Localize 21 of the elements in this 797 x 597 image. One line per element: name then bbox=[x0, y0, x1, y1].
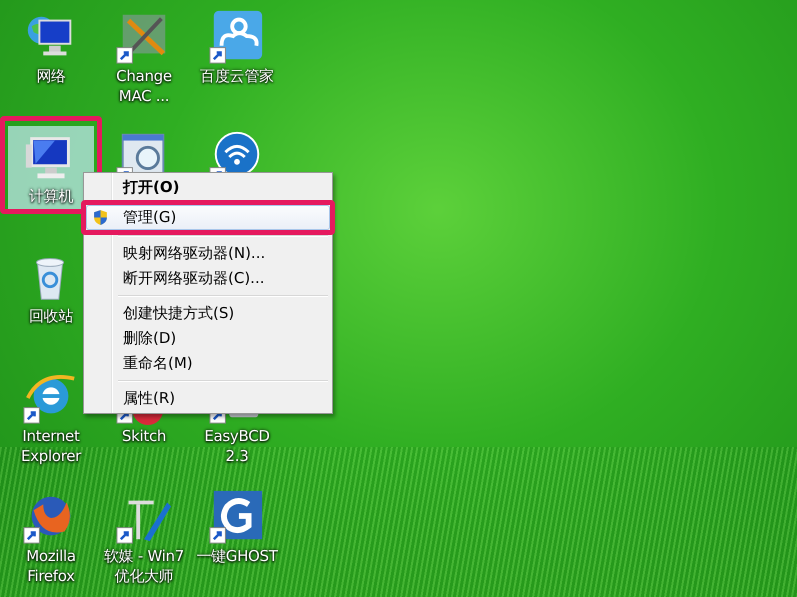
icon-label: EasyBCD 2.3 bbox=[203, 426, 271, 467]
desktop-icon[interactable]: 一键GHOST bbox=[194, 486, 280, 570]
menu-item[interactable]: 属性(R) bbox=[86, 386, 330, 411]
desktop-icon[interactable]: 百度云管家 bbox=[194, 6, 280, 90]
desktop-icon[interactable]: 软媒 - Win7 优化大师 bbox=[101, 486, 187, 590]
icon-label: 软媒 - Win7 优化大师 bbox=[103, 546, 185, 587]
icon-label: 计算机 bbox=[28, 186, 74, 207]
icon-label: 百度云管家 bbox=[199, 66, 275, 87]
icon-label: 回收站 bbox=[28, 306, 74, 327]
desktop-icon[interactable]: 网络 bbox=[8, 6, 94, 90]
desktop-icon[interactable]: Mozilla Firefox bbox=[8, 486, 94, 590]
icon-label: Internet Explorer bbox=[20, 426, 82, 467]
icon-label: Change MAC ... bbox=[115, 66, 173, 107]
icon-label: 一键GHOST bbox=[195, 546, 279, 567]
desktop-icon[interactable]: Change MAC ... bbox=[101, 6, 187, 110]
icon-label: Mozilla Firefox bbox=[25, 546, 77, 587]
menu-item[interactable]: 管理(G) bbox=[86, 205, 330, 230]
icon-label: Skitch bbox=[120, 426, 168, 447]
menu-item[interactable]: 重命名(M) bbox=[86, 351, 330, 376]
icon-label: 网络 bbox=[35, 66, 67, 87]
shield-icon bbox=[92, 209, 109, 226]
